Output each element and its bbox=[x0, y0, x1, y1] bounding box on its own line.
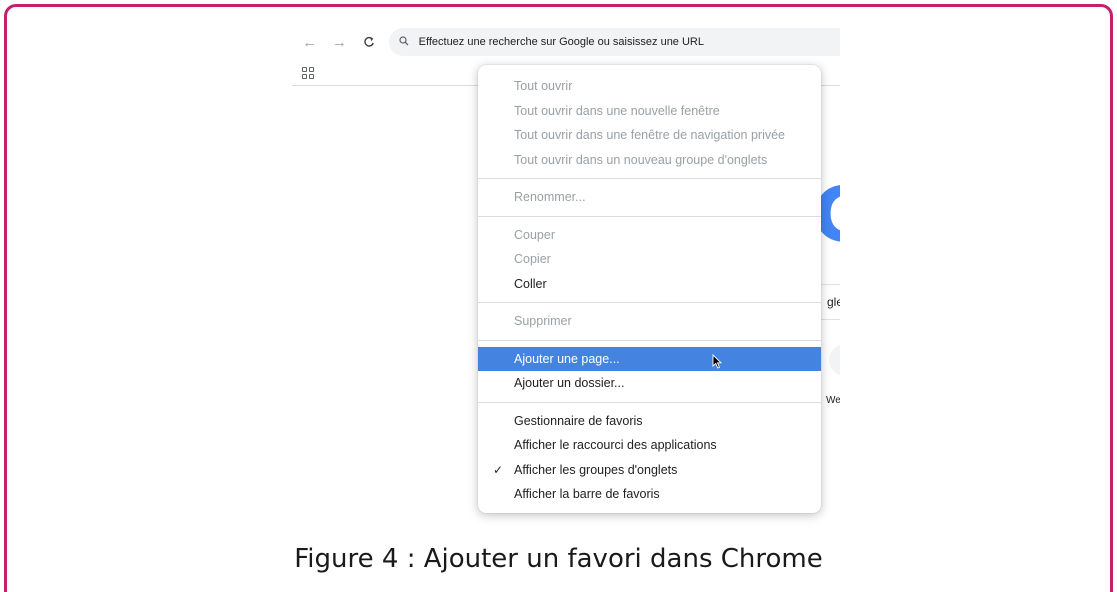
menu-item-label: Couper bbox=[514, 227, 555, 242]
menu-item-tout-ouvrir-dans-un-nouveau-groupe-d-onglets[interactable]: Tout ouvrir dans un nouveau groupe d'ong… bbox=[478, 148, 821, 173]
menu-item-couper[interactable]: Couper bbox=[478, 223, 821, 248]
menu-separator bbox=[478, 401, 821, 403]
menu-separator bbox=[478, 178, 821, 179]
back-arrow-icon[interactable]: ← bbox=[298, 30, 322, 54]
menu-item-label: Afficher la barre de favoris bbox=[514, 487, 660, 502]
menu-item-afficher-la-barre-de-favoris[interactable]: Afficher la barre de favoris bbox=[478, 482, 821, 507]
menu-item-tout-ouvrir-dans-une-fenetre-de-navigation-privee[interactable]: Tout ouvrir dans une fenêtre de navigati… bbox=[478, 123, 821, 148]
menu-item-renommer[interactable]: Renommer... bbox=[478, 185, 821, 210]
shortcut-tile-icon[interactable] bbox=[829, 344, 840, 376]
menu-item-label: Coller bbox=[514, 276, 547, 291]
menu-item-label: Tout ouvrir bbox=[514, 79, 573, 94]
menu-item-coller[interactable]: Coller bbox=[478, 272, 821, 297]
menu-item-label: Tout ouvrir dans un nouveau groupe d'ong… bbox=[514, 152, 768, 167]
menu-item-tout-ouvrir[interactable]: Tout ouvrir bbox=[478, 74, 821, 99]
menu-separator bbox=[478, 215, 821, 217]
menu-item-ajouter-un-dossier[interactable]: Ajouter un dossier... bbox=[478, 371, 821, 396]
menu-item-label: Renommer... bbox=[514, 190, 586, 205]
checkmark-icon: ✓ bbox=[493, 462, 504, 477]
menu-item-copier[interactable]: Copier bbox=[478, 247, 821, 272]
shortcut-label: We bbox=[826, 395, 840, 406]
figure-caption: Figure 4 : Ajouter un favori dans Chrome bbox=[294, 544, 823, 574]
mouse-cursor-icon bbox=[712, 354, 723, 369]
apps-grid-icon[interactable] bbox=[302, 67, 314, 79]
address-bar[interactable]: Effectuez une recherche sur Google ou sa… bbox=[388, 28, 840, 56]
menu-item-tout-ouvrir-dans-une-nouvelle-fenetre[interactable]: Tout ouvrir dans une nouvelle fenêtre bbox=[478, 99, 821, 124]
reload-icon[interactable] bbox=[357, 30, 381, 54]
menu-item-ajouter-une-page[interactable]: Ajouter une page... bbox=[478, 346, 821, 371]
search-icon bbox=[399, 35, 413, 49]
menu-separator bbox=[478, 302, 821, 303]
bookmark-context-menu: Tout ouvrir Tout ouvrir dans une nouvelle… bbox=[478, 65, 821, 513]
browser-toolbar: ← → Effectuez une recherche sur Google o… bbox=[292, 22, 840, 62]
forward-arrow-icon[interactable]: → bbox=[328, 30, 352, 54]
menu-item-supprimer[interactable]: Supprimer bbox=[478, 309, 821, 334]
menu-item-label: Tout ouvrir dans une nouvelle fenêtre bbox=[514, 103, 720, 118]
menu-item-label: Supprimer bbox=[514, 314, 572, 329]
search-box-text: gle bbox=[826, 295, 840, 309]
menu-item-gestionnaire-de-favoris[interactable]: Gestionnaire de favoris bbox=[478, 409, 821, 434]
menu-item-afficher-le-raccourci-des-applications[interactable]: Afficher le raccourci des applications bbox=[478, 433, 821, 458]
menu-item-label: Gestionnaire de favoris bbox=[514, 413, 643, 428]
menu-item-label: Afficher le raccourci des applications bbox=[514, 438, 717, 453]
menu-item-label: Ajouter un dossier... bbox=[514, 376, 625, 391]
menu-item-label: Copier bbox=[514, 252, 551, 267]
menu-separator bbox=[478, 339, 821, 341]
menu-item-label: Afficher les groupes d'onglets bbox=[514, 462, 678, 477]
address-bar-placeholder: Effectuez une recherche sur Google ou sa… bbox=[418, 36, 704, 48]
menu-item-afficher-les-groupes-d-onglets[interactable]: ✓ Afficher les groupes d'onglets bbox=[478, 458, 821, 483]
menu-item-label: Tout ouvrir dans une fenêtre de navigati… bbox=[514, 128, 786, 143]
menu-item-label: Ajouter une page... bbox=[514, 351, 620, 366]
